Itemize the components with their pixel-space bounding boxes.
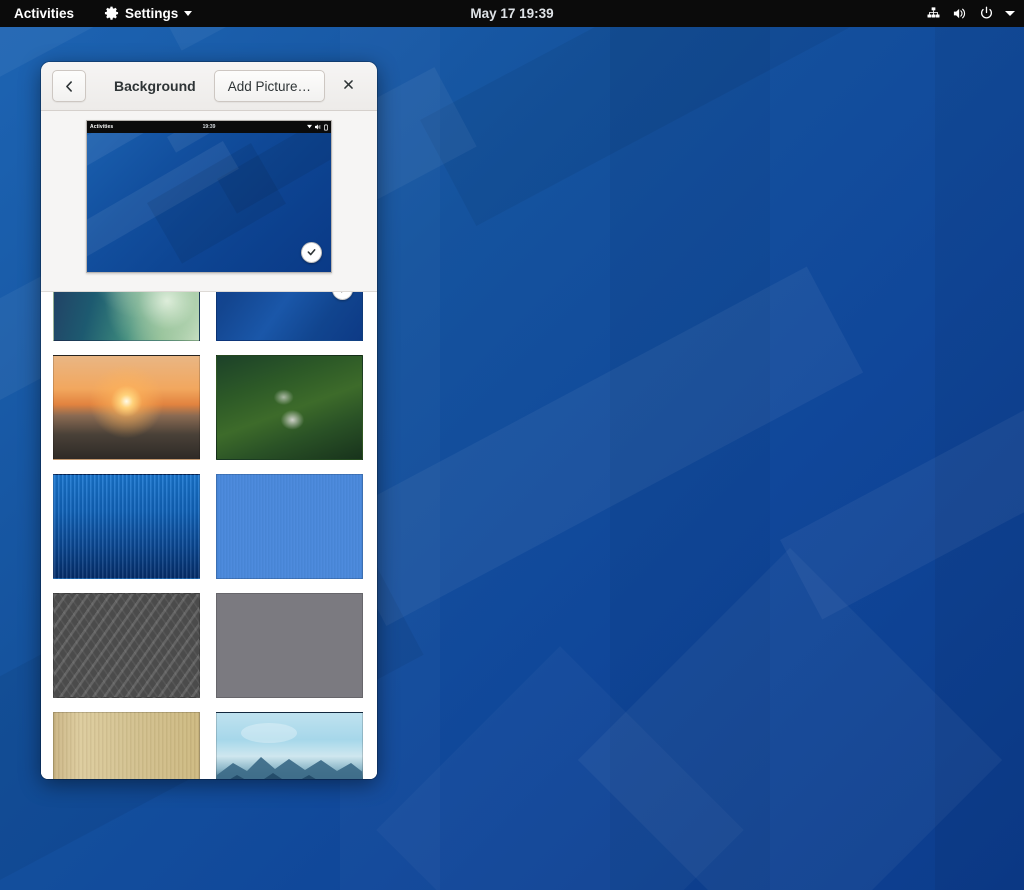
volume-icon <box>952 6 968 21</box>
mountain-silhouette <box>217 713 363 779</box>
gear-icon <box>104 6 119 21</box>
topbar-left-section: Activities Settings <box>0 0 194 27</box>
close-icon <box>342 78 355 95</box>
chevron-down-icon <box>184 11 192 16</box>
network-icon <box>307 124 312 130</box>
add-picture-label: Add Picture… <box>228 79 311 94</box>
clock-label: May 17 19:39 <box>470 6 553 21</box>
check-circle-icon <box>301 242 322 263</box>
page-title: Background <box>114 78 196 94</box>
wallpaper-tile-tan-stripes[interactable] <box>53 712 200 779</box>
current-background-preview-area: Activities 19:39 <box>41 111 377 292</box>
desktop-decor-hex <box>578 548 1002 890</box>
app-menu-label: Settings <box>125 6 178 21</box>
window-headerbar: Background Add Picture… <box>41 62 377 111</box>
desktop-decor-hex <box>376 646 744 890</box>
activities-button[interactable]: Activities <box>12 0 76 27</box>
wallpaper-tile-dark-gray-pattern[interactable] <box>53 593 200 698</box>
close-button[interactable] <box>337 75 359 97</box>
preview-clock-label: 19:39 <box>87 124 331 130</box>
wallpaper-tile-forest-road-aerial[interactable] <box>216 355 363 460</box>
wallpaper-grid-inner <box>53 292 365 779</box>
desktop-decor-band <box>780 385 1024 619</box>
desktop-decor-band <box>420 0 1024 226</box>
preview-wallpaper <box>87 133 331 272</box>
chevron-left-icon <box>63 80 76 93</box>
power-icon <box>979 6 994 21</box>
preview-status-icons <box>307 124 328 131</box>
wallpaper-tile-ocean-sunset[interactable] <box>53 355 200 460</box>
system-status-menu[interactable] <box>926 0 1015 27</box>
preview-top-bar: Activities 19:39 <box>87 121 331 133</box>
wallpaper-tile-flat-blue[interactable] <box>216 474 363 579</box>
volume-icon <box>315 124 321 130</box>
wallpaper-tile-gnome-default-blue[interactable] <box>216 292 363 341</box>
gnome-top-bar: Activities Settings May 17 19:39 <box>0 0 1024 27</box>
desktop-decor-band <box>330 266 863 625</box>
chevron-down-icon <box>1005 11 1015 16</box>
activities-label: Activities <box>14 6 74 21</box>
wallpaper-tile-blue-mountains[interactable] <box>216 712 363 779</box>
desktop-decor-stripe <box>610 0 770 890</box>
back-button[interactable] <box>52 70 86 102</box>
add-picture-button[interactable]: Add Picture… <box>214 70 325 102</box>
wallpaper-tile-blue-stripes[interactable] <box>53 474 200 579</box>
wallpaper-grid[interactable] <box>41 292 377 779</box>
wallpaper-tile-ocean-foam[interactable] <box>53 292 200 341</box>
app-menu-settings[interactable]: Settings <box>102 0 194 27</box>
check-circle-icon <box>332 292 353 300</box>
wallpaper-tile-solid-gray[interactable] <box>216 593 363 698</box>
network-wired-icon <box>926 6 941 21</box>
desktop-preview[interactable]: Activities 19:39 <box>86 120 332 273</box>
background-settings-window: Background Add Picture… Activities 19:39 <box>41 62 377 779</box>
battery-icon <box>324 124 328 131</box>
desktop-decor-stripe <box>935 0 1024 890</box>
